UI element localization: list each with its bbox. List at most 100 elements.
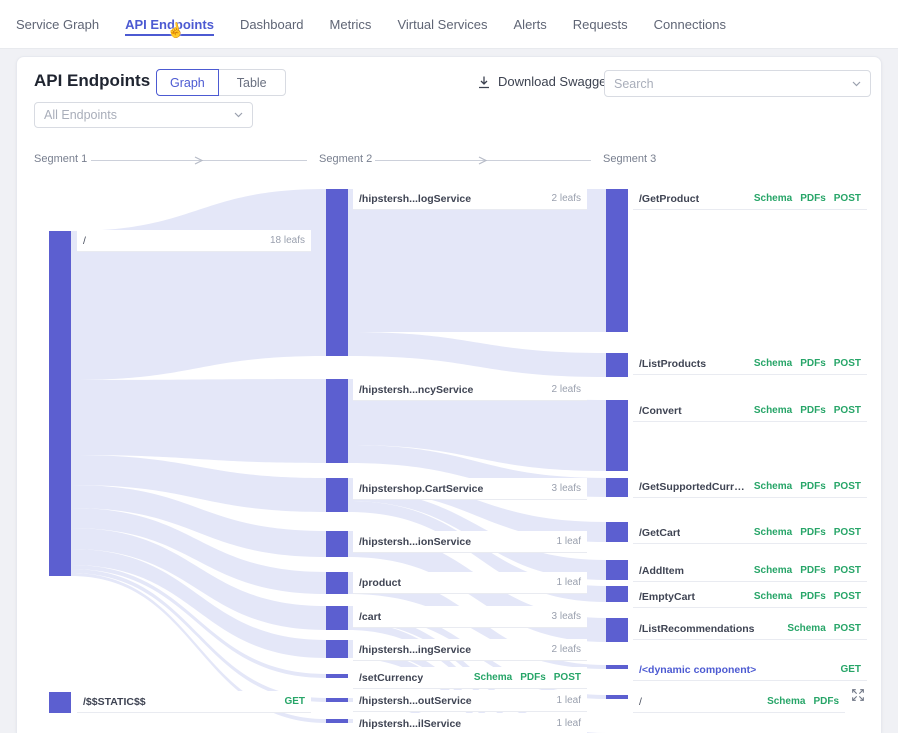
sankey-node-bar[interactable]: [606, 353, 628, 377]
nav-item-service-graph[interactable]: Service Graph: [16, 12, 99, 36]
sankey-node-label[interactable]: /setCurrency Schema PDFs POST: [353, 667, 587, 689]
sankey-node-bar[interactable]: [326, 640, 348, 658]
api-endpoints-panel: API Endpoints Graph Table Download Swagg…: [16, 56, 882, 733]
flow-ribbon[interactable]: [71, 379, 326, 463]
pdfs-link[interactable]: PDFs: [800, 527, 826, 538]
flow-ribbon[interactable]: [348, 332, 606, 377]
sankey-node-label[interactable]: /hipstershop.CartService 3 leafs: [353, 478, 587, 500]
sankey-node-bar[interactable]: [326, 674, 348, 678]
schema-link[interactable]: Schema: [754, 481, 792, 492]
sankey-node-bar[interactable]: [326, 606, 348, 630]
leaf-count: 1 leaf: [557, 718, 581, 729]
sankey-node-label[interactable]: /hipstersh...ionService 1 leaf: [353, 531, 587, 553]
leaf-count: 1 leaf: [557, 695, 581, 706]
leaf-count: 1 leaf: [557, 577, 581, 588]
sankey-node-bar[interactable]: [606, 560, 628, 580]
sankey-node-label[interactable]: /hipstersh...logService 2 leafs: [353, 188, 587, 210]
sankey-node-label[interactable]: /hipstersh...outService 1 leaf: [353, 690, 587, 712]
schema-link[interactable]: Schema: [767, 696, 805, 707]
sankey-node-bar[interactable]: [326, 379, 348, 463]
nav-item-dashboard[interactable]: Dashboard: [240, 12, 304, 36]
sankey-node-label[interactable]: /Convert Schema PDFs POST: [633, 400, 867, 422]
leaf-count: 2 leafs: [552, 644, 581, 655]
sankey-node-label[interactable]: /product 1 leaf: [353, 572, 587, 594]
sankey-node-label[interactable]: /hipstersh...ilService 1 leaf: [353, 713, 587, 733]
sankey-node-label[interactable]: /GetSupportedCurrencies Schema PDFs POST: [633, 476, 867, 498]
sankey-node-bar[interactable]: [606, 586, 628, 602]
flow-ribbon[interactable]: [348, 189, 606, 332]
pdfs-link[interactable]: PDFs: [800, 405, 826, 416]
pdfs-link[interactable]: PDFs: [800, 591, 826, 602]
leaf-count: 2 leafs: [552, 384, 581, 395]
sankey-node-label[interactable]: / Schema PDFs: [633, 691, 845, 713]
pdfs-link[interactable]: PDFs: [800, 358, 826, 369]
post-method-link[interactable]: POST: [834, 591, 861, 602]
sankey-node-bar[interactable]: [606, 522, 628, 542]
pdfs-link[interactable]: PDFs: [800, 193, 826, 204]
sankey-node-label[interactable]: /GetCart Schema PDFs POST: [633, 522, 867, 544]
schema-link[interactable]: Schema: [754, 405, 792, 416]
schema-link[interactable]: Schema: [754, 527, 792, 538]
sankey-node-bar[interactable]: [326, 531, 348, 557]
schema-link[interactable]: Schema: [474, 672, 512, 683]
sankey-node-bar[interactable]: [606, 665, 628, 669]
post-method-link[interactable]: POST: [834, 527, 861, 538]
nav-item-alerts[interactable]: Alerts: [514, 12, 547, 36]
leaf-count: 3 leafs: [552, 611, 581, 622]
sankey-node-label[interactable]: / 18 leafs: [77, 230, 311, 252]
post-method-link[interactable]: POST: [834, 405, 861, 416]
pdfs-link[interactable]: PDFs: [520, 672, 546, 683]
pdfs-link[interactable]: PDFs: [800, 565, 826, 576]
sankey-node-bar[interactable]: [606, 695, 628, 699]
sankey-node-label[interactable]: /ListRecommendations Schema POST: [633, 618, 867, 640]
post-method-link[interactable]: POST: [834, 481, 861, 492]
sankey-node-label[interactable]: /hipstersh...ingService 2 leafs: [353, 639, 587, 661]
sankey-node-bar[interactable]: [326, 719, 348, 723]
leaf-count: 1 leaf: [557, 536, 581, 547]
get-method-link[interactable]: GET: [284, 696, 305, 707]
nav-item-requests[interactable]: Requests: [573, 12, 628, 36]
leaf-count: 3 leafs: [552, 483, 581, 494]
expand-icon: [850, 687, 866, 703]
sankey-node-bar[interactable]: [326, 478, 348, 512]
post-method-link[interactable]: POST: [834, 193, 861, 204]
sankey-node-label[interactable]: /ListProducts Schema PDFs POST: [633, 353, 867, 375]
sankey-node-label[interactable]: /$$STATIC$$ GET: [77, 691, 311, 713]
sankey-node-label[interactable]: /<dynamic component> GET: [633, 659, 867, 681]
sankey-node-label[interactable]: /EmptyCart Schema PDFs POST: [633, 586, 867, 608]
sankey-node-bar[interactable]: [326, 572, 348, 594]
graph-view-button[interactable]: Graph: [156, 69, 219, 96]
schema-link[interactable]: Schema: [754, 358, 792, 369]
sankey-node-bar[interactable]: [49, 692, 71, 713]
post-method-link[interactable]: POST: [834, 623, 861, 634]
pdfs-link[interactable]: PDFs: [813, 696, 839, 707]
nav-item-virtual-services[interactable]: Virtual Services: [397, 12, 487, 36]
leaf-count: 18 leafs: [270, 235, 305, 246]
sankey-node-bar[interactable]: [326, 698, 348, 702]
flow-ribbon[interactable]: [71, 189, 326, 380]
post-method-link[interactable]: POST: [554, 672, 581, 683]
nav-item-metrics[interactable]: Metrics: [330, 12, 372, 36]
pdfs-link[interactable]: PDFs: [800, 481, 826, 492]
post-method-link[interactable]: POST: [834, 565, 861, 576]
get-method-link[interactable]: GET: [840, 664, 861, 675]
schema-link[interactable]: Schema: [754, 193, 792, 204]
sankey-node-bar[interactable]: [49, 231, 71, 576]
schema-link[interactable]: Schema: [754, 565, 792, 576]
top-nav: Service Graph API Endpoints Dashboard Me…: [0, 0, 898, 49]
post-method-link[interactable]: POST: [834, 358, 861, 369]
sankey-node-label[interactable]: /AddItem Schema PDFs POST: [633, 560, 867, 582]
schema-link[interactable]: Schema: [787, 623, 825, 634]
sankey-node-bar[interactable]: [606, 478, 628, 497]
schema-link[interactable]: Schema: [754, 591, 792, 602]
expand-button[interactable]: [845, 682, 871, 708]
sankey-node-bar[interactable]: [606, 189, 628, 332]
nav-item-connections[interactable]: Connections: [654, 12, 726, 36]
sankey-node-label[interactable]: /cart 3 leafs: [353, 606, 587, 628]
sankey-node-label[interactable]: /GetProduct Schema PDFs POST: [633, 188, 867, 210]
sankey-node-bar[interactable]: [326, 189, 348, 356]
sankey-node-label[interactable]: /hipstersh...ncyService 2 leafs: [353, 379, 587, 401]
sankey-node-bar[interactable]: [606, 400, 628, 471]
sankey-node-bar[interactable]: [606, 618, 628, 642]
hand-cursor-icon: ☝: [165, 20, 186, 41]
